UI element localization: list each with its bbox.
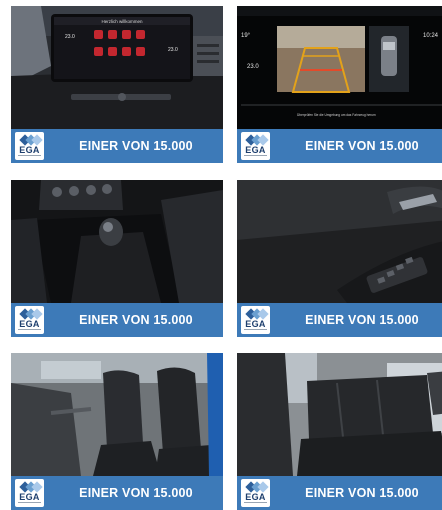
ega-logo-text: EGA: [19, 319, 40, 329]
temp-left: 19°: [241, 33, 251, 39]
promo-caption: EINER VON 15.000: [305, 313, 419, 327]
promo-banner: EGA EINER VON 15.000: [237, 129, 442, 163]
promo-caption: EINER VON 15.000: [79, 139, 193, 153]
ega-logo-text: EGA: [245, 492, 266, 502]
right-temp: 23.0: [168, 47, 178, 53]
ega-logo: EGA: [15, 479, 44, 507]
gallery-tile-gear-shifter[interactable]: EGA EINER VON 15.000: [11, 180, 223, 337]
gear-shifter-photo: [11, 180, 223, 303]
ega-logo-text: EGA: [19, 492, 40, 502]
ega-logo-text: EGA: [19, 145, 40, 155]
ega-logo: EGA: [241, 479, 270, 507]
promo-banner: EGA EINER VON 15.000: [237, 303, 442, 337]
left-temp: 23.0: [65, 34, 75, 40]
gallery-tile-door-panel[interactable]: EGA EINER VON 15.000: [237, 180, 442, 337]
promo-caption: EINER VON 15.000: [79, 486, 193, 500]
front-seats-photo: [11, 353, 223, 476]
screen-header: Herzlich willkommen: [101, 19, 143, 24]
gallery-tile-front-seats[interactable]: EGA EINER VON 15.000: [11, 353, 223, 510]
ega-logo: EGA: [241, 132, 270, 160]
clock: 10:24: [423, 33, 439, 39]
ega-logo-text: EGA: [245, 319, 266, 329]
rear-camera-photo: 19° 10:24 23.0 Überprüfen Sie die Umgebu…: [237, 6, 442, 129]
promo-caption: EINER VON 15.000: [79, 313, 193, 327]
ega-logo-text: EGA: [245, 145, 266, 155]
temp-bottom: 23.0: [247, 64, 259, 70]
promo-banner: EGA EINER VON 15.000: [11, 476, 223, 510]
ega-logo: EGA: [15, 306, 44, 334]
camera-footer-text: Überprüfen Sie die Umgebung um das Fahrz…: [297, 113, 376, 117]
promo-banner: EGA EINER VON 15.000: [11, 303, 223, 337]
gallery-tile-infotainment[interactable]: Herzlich willkommen 23.0 23.0 EGA EINER …: [11, 6, 223, 163]
door-panel-photo: [237, 180, 442, 303]
ega-logo: EGA: [15, 132, 44, 160]
promo-caption: EINER VON 15.000: [305, 486, 419, 500]
promo-banner: EGA EINER VON 15.000: [11, 129, 223, 163]
ega-logo: EGA: [241, 306, 270, 334]
promo-banner: EGA EINER VON 15.000: [237, 476, 442, 510]
rear-seats-photo: [237, 353, 442, 476]
gallery-tile-rear-camera[interactable]: 19° 10:24 23.0 Überprüfen Sie die Umgebu…: [237, 6, 442, 163]
promo-caption: EINER VON 15.000: [305, 139, 419, 153]
infotainment-photo: Herzlich willkommen 23.0 23.0: [11, 6, 223, 129]
gallery-tile-rear-seats[interactable]: EGA EINER VON 15.000: [237, 353, 442, 510]
